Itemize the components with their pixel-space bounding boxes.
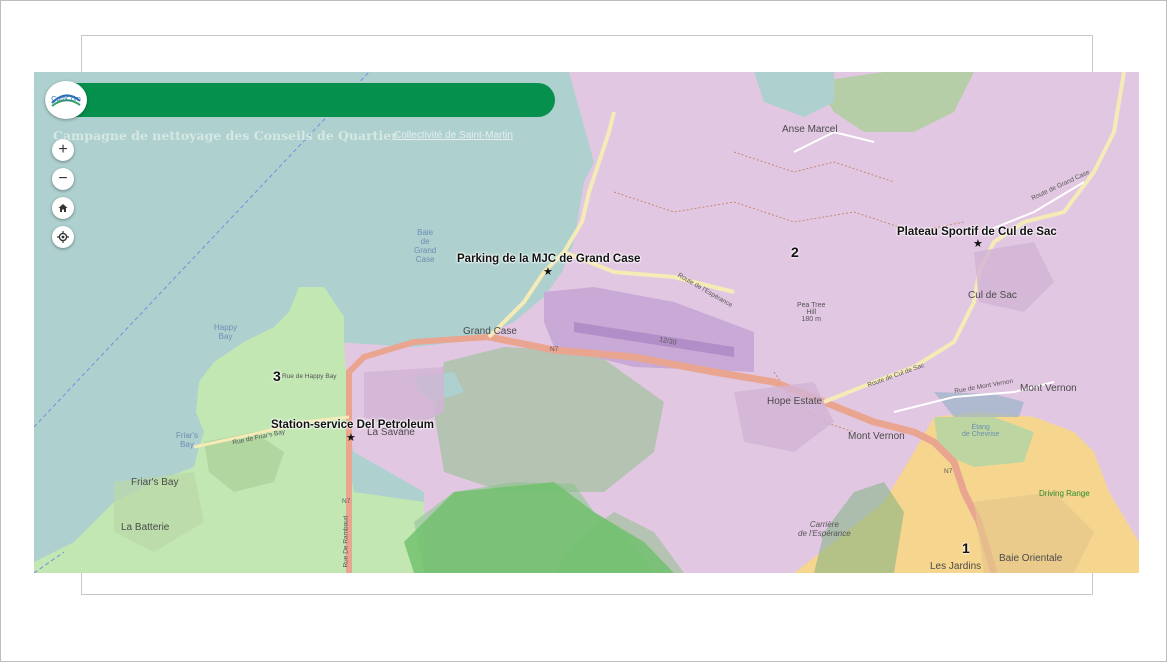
place-la-batterie: La Batterie xyxy=(121,522,170,533)
place-pea-tree-hill: Pea Tree Hill 180 m xyxy=(797,302,826,323)
sea-baie-de-grand-case: Baie de Grand Case xyxy=(414,228,437,264)
zone-number-1: 1 xyxy=(962,540,970,556)
site-marker-mjc-grand-case[interactable]: ★ xyxy=(543,267,553,278)
logo[interactable]: ComCom xyxy=(45,81,87,119)
place-anse-marcel: Anse Marcel xyxy=(782,124,838,135)
zone-number-2: 2 xyxy=(791,244,799,260)
zoom-out-button[interactable]: − xyxy=(52,168,74,190)
road-rue-de-rambaud: Rue De Rambaud xyxy=(342,515,350,568)
site-marker-station-del-petroleum[interactable]: ★ xyxy=(346,433,356,444)
place-grand-case: Grand Case xyxy=(463,326,517,337)
sea-friars-bay: Friar's Bay xyxy=(176,431,198,449)
place-hope-estate: Hope Estate xyxy=(767,396,823,407)
site-label-plateau-cul-de-sac[interactable]: Plateau Sportif de Cul de Sac xyxy=(897,226,1057,238)
road-n7-west: N7 xyxy=(550,346,559,353)
place-friars-bay: Friar's Bay xyxy=(131,477,179,488)
road-n7-south: N7 xyxy=(342,498,351,505)
svg-text:ComCom: ComCom xyxy=(51,96,81,103)
zone-number-3: 3 xyxy=(273,368,281,384)
locate-button[interactable] xyxy=(52,226,74,248)
locate-icon xyxy=(57,231,69,243)
place-driving-range: Driving Range xyxy=(1039,489,1090,498)
map-basemap xyxy=(34,72,1139,573)
map-view[interactable]: ComCom Campagne de nettoyage des Conseil… xyxy=(34,72,1139,573)
logo-image: ComCom xyxy=(51,94,81,107)
place-les-jardins: Les Jardins xyxy=(930,561,982,572)
home-icon xyxy=(58,204,68,212)
place-cul-de-sac: Cul de Sac xyxy=(968,290,1017,301)
site-marker-plateau-cul-de-sac[interactable]: ★ xyxy=(973,239,983,250)
place-carriere: Carrière de l'Espérance xyxy=(798,520,851,538)
road-rue-happy-bay: Rue de Happy Bay xyxy=(282,373,337,380)
zoom-in-button[interactable]: + xyxy=(52,139,74,161)
map-title: Campagne de nettoyage des Conseils de Qu… xyxy=(53,128,398,143)
sea-happy-bay: Happy Bay xyxy=(214,323,238,341)
site-label-mjc-grand-case[interactable]: Parking de la MJC de Grand Case xyxy=(457,253,640,265)
header-bar xyxy=(45,83,555,117)
home-button[interactable] xyxy=(52,197,74,219)
site-label-station-del-petroleum[interactable]: Station-service Del Petroleum xyxy=(271,419,434,431)
place-mont-vernon-east: Mont Vernon xyxy=(1020,383,1077,394)
place-mont-vernon: Mont Vernon xyxy=(848,431,905,442)
place-baie-orientale: Baie Orientale xyxy=(999,553,1063,564)
road-n7-east: N7 xyxy=(944,468,953,475)
pond-etang-chevrise: Étang de Chevrise xyxy=(962,424,1000,438)
organization-link[interactable]: Collectivité de Saint-Martin xyxy=(394,130,513,141)
